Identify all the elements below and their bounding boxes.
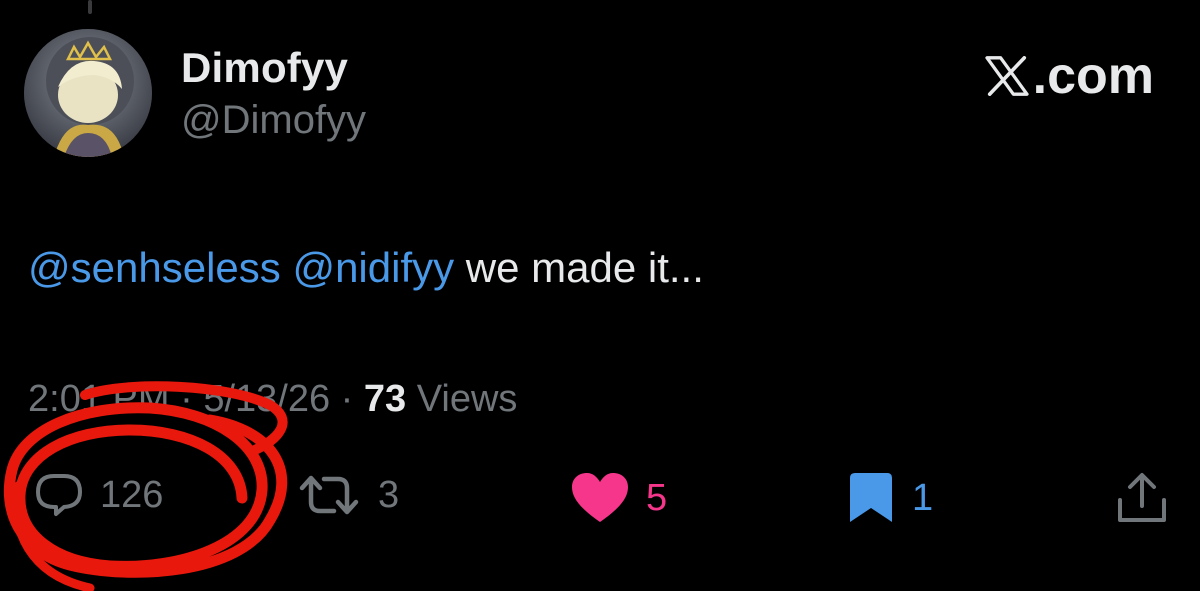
reply-icon <box>36 474 82 516</box>
views-label[interactable]: Views <box>417 378 518 420</box>
reply-button[interactable]: 126 <box>34 472 163 518</box>
thread-connector-line <box>88 0 92 14</box>
brand-domain-label: .com <box>1032 47 1154 105</box>
views-count[interactable]: 73 <box>364 378 406 420</box>
author-avatar[interactable] <box>24 29 152 157</box>
meta-separator: · <box>180 378 193 420</box>
mention-link[interactable]: @nidifyy <box>292 244 454 291</box>
author-handle[interactable]: @Dimofyy <box>181 98 366 143</box>
repost-button[interactable]: 3 <box>296 472 399 518</box>
mention-link[interactable]: @senhseless <box>28 244 281 291</box>
tweet-meta: 2:01 PM · 5/13/26 · 73 Views <box>28 378 517 421</box>
avatar-image <box>24 29 152 157</box>
tweet-text: @senhseless @nidifyy we made it... <box>28 244 704 292</box>
x-brand-watermark: .com <box>984 47 1154 105</box>
bookmark-icon <box>850 473 892 522</box>
repost-icon <box>299 475 359 515</box>
repost-count: 3 <box>378 473 400 516</box>
meta-separator: · <box>340 378 354 420</box>
reply-count: 126 <box>100 473 164 516</box>
heart-icon <box>572 473 628 522</box>
like-count: 5 <box>646 476 668 519</box>
x-logo-icon <box>984 56 1029 96</box>
tweet-time[interactable]: 2:01 PM <box>28 378 170 420</box>
bookmark-count: 1 <box>912 476 934 519</box>
tweet-body: we made it... <box>465 244 704 291</box>
share-button[interactable] <box>1114 472 1170 524</box>
tweet-date[interactable]: 5/13/26 <box>203 378 330 420</box>
like-button[interactable]: 5 <box>570 472 667 524</box>
author-display-name[interactable]: Dimofyy <box>181 44 348 92</box>
share-icon <box>1118 473 1166 522</box>
bookmark-button[interactable]: 1 <box>846 472 933 524</box>
